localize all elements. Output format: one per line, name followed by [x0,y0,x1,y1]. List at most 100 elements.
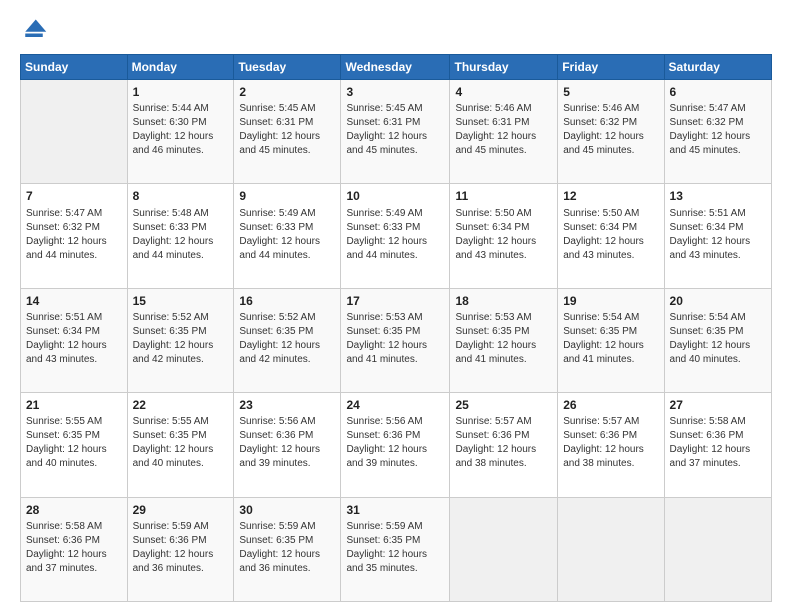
day-cell: 23Sunrise: 5:56 AMSunset: 6:36 PMDayligh… [234,393,341,497]
header-cell: Tuesday [234,55,341,80]
header-cell: Sunday [21,55,128,80]
day-number: 30 [239,502,335,518]
day-info: Sunrise: 5:52 AMSunset: 6:35 PMDaylight:… [133,311,229,367]
day-number: 27 [670,397,766,413]
day-number: 2 [239,84,335,100]
header-cell: Saturday [664,55,771,80]
day-info: Sunrise: 5:53 AMSunset: 6:35 PMDaylight:… [346,311,444,367]
day-number: 12 [563,188,658,204]
week-row: 28 Sunrise: 5:58 AMSunset: 6:36 PMDayligh… [21,497,772,601]
day-cell: 10Sunrise: 5:49 AMSunset: 6:33 PMDayligh… [341,184,450,288]
day-cell: 25Sunrise: 5:57 AMSunset: 6:36 PMDayligh… [450,393,558,497]
day-cell: 3 Sunrise: 5:45 AMSunset: 6:31 PMDaylight… [341,80,450,184]
page: SundayMondayTuesdayWednesdayThursdayFrid… [0,0,792,612]
day-info: Sunrise: 5:49 AMSunset: 6:33 PMDaylight:… [346,207,444,263]
day-info: Sunrise: 5:58 AMSunset: 6:36 PMDaylight:… [670,415,766,471]
day-number: 24 [346,397,444,413]
week-row: 1 Sunrise: 5:44 AMSunset: 6:30 PMDaylight… [21,80,772,184]
day-cell: 4 Sunrise: 5:46 AMSunset: 6:31 PMDaylight… [450,80,558,184]
header-cell: Monday [127,55,234,80]
day-number: 17 [346,293,444,309]
logo-icon [20,16,48,44]
day-number: 20 [670,293,766,309]
header-cell: Friday [558,55,664,80]
day-info: Sunrise: 5:59 AMSunset: 6:36 PMDaylight:… [133,520,229,576]
day-number: 13 [670,188,766,204]
day-number: 11 [455,188,552,204]
day-number: 6 [670,84,766,100]
day-number: 15 [133,293,229,309]
day-info: Sunrise: 5:55 AMSunset: 6:35 PMDaylight:… [26,415,122,471]
day-number: 26 [563,397,658,413]
day-number: 4 [455,84,552,100]
day-cell [664,497,771,601]
day-number: 7 [26,188,122,204]
calendar-header: SundayMondayTuesdayWednesdayThursdayFrid… [21,55,772,80]
day-number: 29 [133,502,229,518]
day-info: Sunrise: 5:50 AMSunset: 6:34 PMDaylight:… [455,207,552,263]
day-cell [558,497,664,601]
day-info: Sunrise: 5:51 AMSunset: 6:34 PMDaylight:… [670,207,766,263]
day-info: Sunrise: 5:59 AMSunset: 6:35 PMDaylight:… [239,520,335,576]
day-cell: 20 Sunrise: 5:54 AMSunset: 6:35 PMDayligh… [664,288,771,392]
day-number: 14 [26,293,122,309]
calendar-body: 1 Sunrise: 5:44 AMSunset: 6:30 PMDaylight… [21,80,772,602]
day-cell: 14 Sunrise: 5:51 AMSunset: 6:34 PMDayligh… [21,288,128,392]
day-number: 3 [346,84,444,100]
day-info: Sunrise: 5:59 AMSunset: 6:35 PMDaylight:… [346,520,444,576]
day-info: Sunrise: 5:47 AMSunset: 6:32 PMDaylight:… [670,102,766,158]
day-number: 9 [239,188,335,204]
day-cell: 2 Sunrise: 5:45 AMSunset: 6:31 PMDaylight… [234,80,341,184]
day-info: Sunrise: 5:48 AMSunset: 6:33 PMDaylight:… [133,207,229,263]
day-cell: 11 Sunrise: 5:50 AMSunset: 6:34 PMDayligh… [450,184,558,288]
day-cell: 18 Sunrise: 5:53 AMSunset: 6:35 PMDayligh… [450,288,558,392]
day-number: 1 [133,84,229,100]
day-number: 21 [26,397,122,413]
day-cell: 8Sunrise: 5:48 AMSunset: 6:33 PMDaylight… [127,184,234,288]
day-cell: 28 Sunrise: 5:58 AMSunset: 6:36 PMDayligh… [21,497,128,601]
day-cell: 29 Sunrise: 5:59 AMSunset: 6:36 PMDayligh… [127,497,234,601]
day-info: Sunrise: 5:54 AMSunset: 6:35 PMDaylight:… [670,311,766,367]
day-info: Sunrise: 5:46 AMSunset: 6:31 PMDaylight:… [455,102,552,158]
day-info: Sunrise: 5:55 AMSunset: 6:35 PMDaylight:… [133,415,229,471]
day-number: 28 [26,502,122,518]
header [20,16,772,44]
day-number: 16 [239,293,335,309]
day-number: 18 [455,293,552,309]
day-cell: 31 Sunrise: 5:59 AMSunset: 6:35 PMDayligh… [341,497,450,601]
day-info: Sunrise: 5:47 AMSunset: 6:32 PMDaylight:… [26,207,122,263]
day-cell: 19Sunrise: 5:54 AMSunset: 6:35 PMDayligh… [558,288,664,392]
day-cell: 5 Sunrise: 5:46 AMSunset: 6:32 PMDaylight… [558,80,664,184]
day-cell: 24 Sunrise: 5:56 AMSunset: 6:36 PMDayligh… [341,393,450,497]
day-info: Sunrise: 5:45 AMSunset: 6:31 PMDaylight:… [239,102,335,158]
day-cell: 6 Sunrise: 5:47 AMSunset: 6:32 PMDaylight… [664,80,771,184]
day-cell: 17 Sunrise: 5:53 AMSunset: 6:35 PMDayligh… [341,288,450,392]
day-info: Sunrise: 5:58 AMSunset: 6:36 PMDaylight:… [26,520,122,576]
day-info: Sunrise: 5:44 AMSunset: 6:30 PMDaylight:… [133,102,229,158]
day-info: Sunrise: 5:50 AMSunset: 6:34 PMDaylight:… [563,207,658,263]
day-number: 5 [563,84,658,100]
day-cell: 26 Sunrise: 5:57 AMSunset: 6:36 PMDayligh… [558,393,664,497]
day-cell: 21 Sunrise: 5:55 AMSunset: 6:35 PMDayligh… [21,393,128,497]
day-number: 25 [455,397,552,413]
day-info: Sunrise: 5:53 AMSunset: 6:35 PMDaylight:… [455,311,552,367]
day-info: Sunrise: 5:56 AMSunset: 6:36 PMDaylight:… [239,415,335,471]
day-cell: 22Sunrise: 5:55 AMSunset: 6:35 PMDayligh… [127,393,234,497]
day-info: Sunrise: 5:56 AMSunset: 6:36 PMDaylight:… [346,415,444,471]
day-number: 31 [346,502,444,518]
day-cell: 1 Sunrise: 5:44 AMSunset: 6:30 PMDaylight… [127,80,234,184]
day-cell: 30 Sunrise: 5:59 AMSunset: 6:35 PMDayligh… [234,497,341,601]
day-cell: 7 Sunrise: 5:47 AMSunset: 6:32 PMDaylight… [21,184,128,288]
week-row: 7 Sunrise: 5:47 AMSunset: 6:32 PMDaylight… [21,184,772,288]
day-cell [21,80,128,184]
day-info: Sunrise: 5:54 AMSunset: 6:35 PMDaylight:… [563,311,658,367]
calendar-table: SundayMondayTuesdayWednesdayThursdayFrid… [20,54,772,602]
header-cell: Thursday [450,55,558,80]
day-cell: 27 Sunrise: 5:58 AMSunset: 6:36 PMDayligh… [664,393,771,497]
day-cell: 16Sunrise: 5:52 AMSunset: 6:35 PMDayligh… [234,288,341,392]
day-info: Sunrise: 5:46 AMSunset: 6:32 PMDaylight:… [563,102,658,158]
logo [20,16,52,44]
day-info: Sunrise: 5:57 AMSunset: 6:36 PMDaylight:… [563,415,658,471]
day-info: Sunrise: 5:51 AMSunset: 6:34 PMDaylight:… [26,311,122,367]
day-info: Sunrise: 5:45 AMSunset: 6:31 PMDaylight:… [346,102,444,158]
